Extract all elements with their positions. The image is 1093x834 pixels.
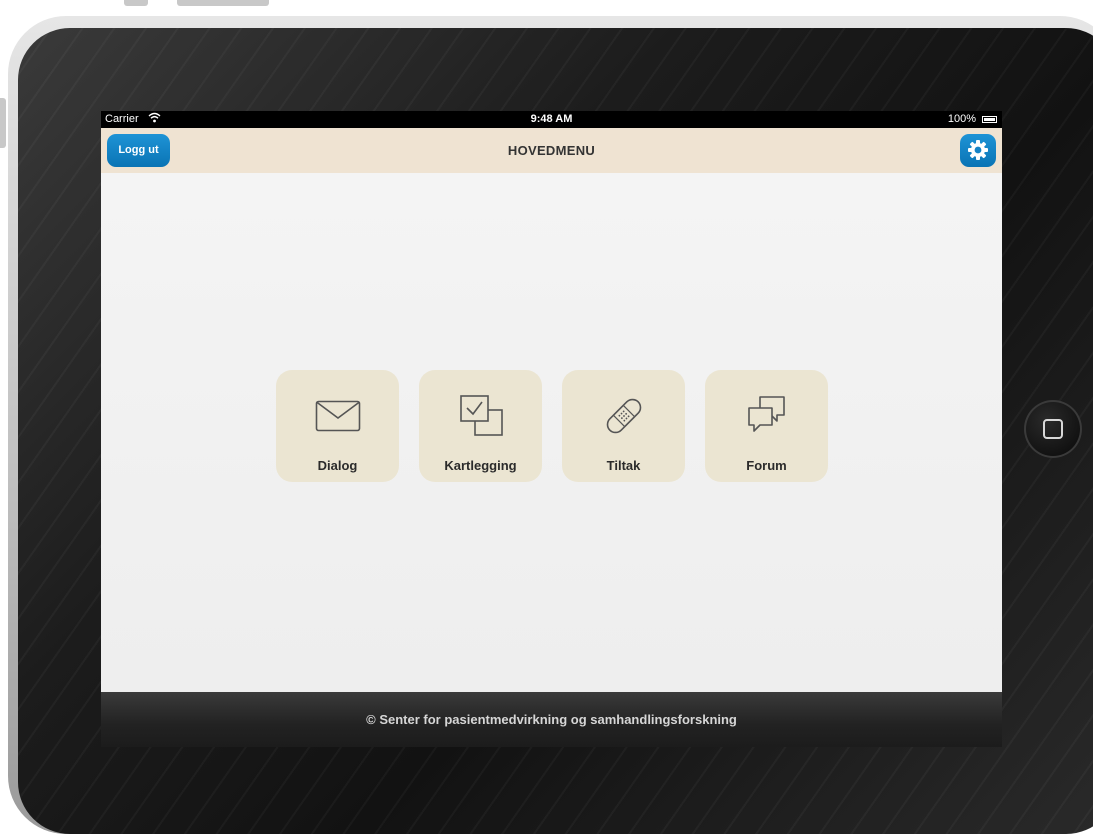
menu-tile-label: Tiltak <box>606 458 641 473</box>
home-square-icon <box>1043 419 1063 439</box>
menu-grid: Dialog Kartlegging Tiltak Forum <box>276 370 836 484</box>
battery-percent: 100% <box>947 113 976 125</box>
device-top-button <box>177 0 269 6</box>
gear-icon <box>968 140 988 160</box>
checklist-icon <box>419 388 542 438</box>
envelope-icon <box>276 388 399 438</box>
status-time: 9:48 AM <box>530 113 573 125</box>
page-title: HOVEDMENU <box>507 143 596 158</box>
main-content: Dialog Kartlegging Tiltak Forum <box>101 173 1002 692</box>
device-top-button <box>124 0 148 6</box>
status-bar: Carrier 9:48 AM 100% <box>101 111 1002 128</box>
menu-tile-label: Dialog <box>317 458 358 473</box>
home-button[interactable] <box>1024 400 1082 458</box>
device-side-button <box>0 98 6 148</box>
menu-tile-kartlegging[interactable]: Kartlegging <box>419 370 542 482</box>
menu-tile-dialog[interactable]: Dialog <box>276 370 399 482</box>
nav-bar: Logg ut HOVEDMENU <box>101 128 1002 173</box>
menu-tile-label: Forum <box>746 458 787 473</box>
battery-icon <box>982 116 997 123</box>
chat-bubbles-icon <box>705 388 828 438</box>
menu-tile-tiltak[interactable]: Tiltak <box>562 370 685 482</box>
bandage-icon <box>562 388 685 438</box>
menu-tile-forum[interactable]: Forum <box>705 370 828 482</box>
menu-tile-label: Kartlegging <box>444 458 517 473</box>
app-screen: Carrier 9:48 AM 100% Logg ut HOVEDMENU D… <box>101 111 1002 747</box>
settings-button[interactable] <box>960 134 996 167</box>
footer-copyright: © Senter for pasientmedvirkning og samha… <box>101 692 1002 747</box>
